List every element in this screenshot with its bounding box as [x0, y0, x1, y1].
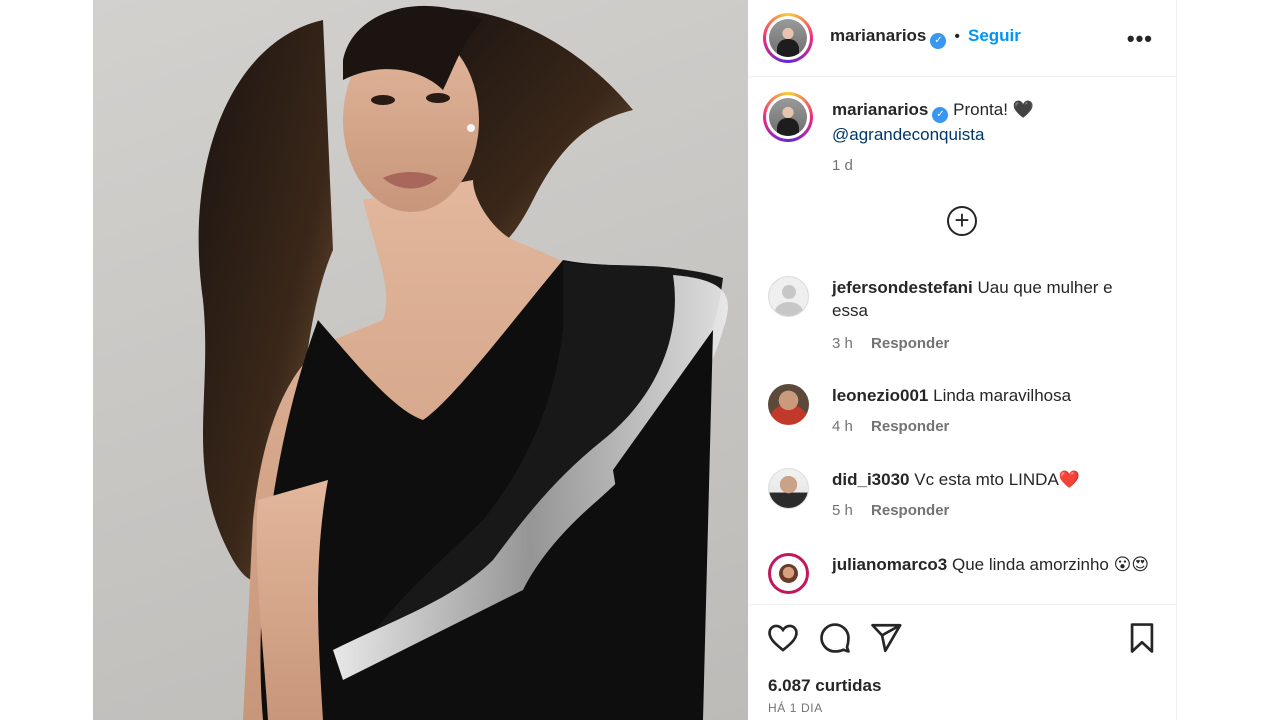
commenter-avatar[interactable]	[768, 276, 809, 317]
reply-button[interactable]: Responder	[871, 335, 949, 352]
caption-text: Pronta! 🖤	[953, 100, 1034, 119]
comment-time: 3 h	[832, 335, 853, 352]
caption-time: 1 d	[832, 157, 853, 174]
comment-time: 5 h	[832, 502, 853, 519]
follow-button[interactable]: Seguir	[968, 26, 1021, 45]
post-photo[interactable]	[93, 0, 748, 720]
comment-text: Vc esta mto LINDA❤️	[914, 470, 1080, 489]
author-avatar	[769, 19, 807, 57]
commenter-avatar[interactable]	[768, 468, 809, 509]
post-header: marianarios ✓ • Seguir •••	[748, 0, 1177, 77]
comment-text: Linda maravilhosa	[933, 386, 1072, 405]
verified-badge-icon: ✓	[932, 107, 949, 123]
caption-mention[interactable]: @agrandeconquista	[832, 125, 984, 144]
comment-text: Que linda amorzinho 😮😍	[952, 555, 1150, 574]
reply-button[interactable]: Responder	[871, 502, 949, 519]
comment-time: 4 h	[832, 418, 853, 435]
comment-username[interactable]: jefersondestefani	[832, 278, 973, 297]
heart-icon[interactable]	[766, 621, 800, 655]
comment-item: julianomarco3 Que linda amorzinho 😮😍	[768, 553, 1168, 601]
author-username[interactable]: marianarios	[830, 26, 926, 45]
author-line: marianarios ✓ • Seguir	[830, 26, 1021, 49]
more-options-icon[interactable]: •••	[1127, 26, 1153, 52]
caption-username[interactable]: marianarios	[832, 100, 928, 119]
author-avatar-ring[interactable]	[763, 13, 813, 63]
commenter-avatar[interactable]	[768, 553, 809, 594]
caption: marianarios ✓ Pronta! 🖤 @agrandeconquista…	[832, 98, 1152, 177]
comment-username[interactable]: did_i3030	[832, 470, 910, 489]
share-icon[interactable]	[869, 621, 903, 655]
commenter-avatar[interactable]	[768, 384, 809, 425]
likes-count[interactable]: 6.087 curtidas	[768, 676, 881, 696]
post-sidebar: marianarios ✓ • Seguir ••• marianarios ✓ Pro…	[748, 0, 1177, 720]
post-actions: 6.087 curtidas HÁ 1 DIA	[748, 604, 1177, 720]
caption-avatar	[769, 98, 807, 136]
plus-circle-icon[interactable]: +	[947, 206, 977, 236]
separator-dot: •	[954, 28, 960, 45]
comment-username[interactable]: julianomarco3	[832, 555, 947, 574]
comment-username[interactable]: leonezio001	[832, 386, 928, 405]
verified-badge-icon: ✓	[930, 33, 947, 49]
photo-illustration	[198, 5, 728, 720]
bookmark-icon[interactable]	[1125, 621, 1159, 655]
post-date: HÁ 1 DIA	[768, 701, 823, 715]
caption-avatar-ring[interactable]	[763, 92, 813, 142]
comment-icon[interactable]	[818, 621, 852, 655]
reply-button[interactable]: Responder	[871, 418, 949, 435]
